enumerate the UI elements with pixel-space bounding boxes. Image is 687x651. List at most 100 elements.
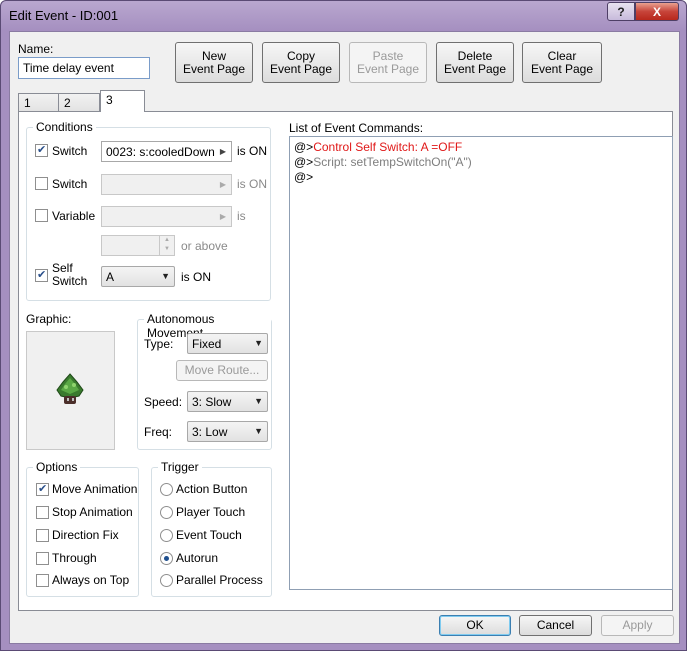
- player-touch-label: Player Touch: [176, 505, 246, 519]
- options-title: Options: [33, 460, 81, 474]
- variable-selector[interactable]: ▶: [101, 206, 232, 227]
- chevron-right-icon: ▶: [215, 175, 231, 194]
- command-row[interactable]: @>: [294, 170, 668, 185]
- event-touch-label: Event Touch: [176, 528, 242, 542]
- type-value: Fixed: [192, 337, 222, 351]
- name-input[interactable]: Time delay event: [18, 57, 150, 79]
- event-page-panel: Conditions Switch 0023: s:cooledDown?(s …: [18, 111, 673, 611]
- switch2-selector[interactable]: ▶: [101, 174, 232, 195]
- button-label: Event Page: [443, 61, 507, 76]
- self-switch-value: A: [106, 270, 115, 284]
- button-label: Delete: [457, 48, 493, 63]
- switch1-checkbox[interactable]: [35, 143, 48, 157]
- conditions-group: Conditions Switch 0023: s:cooledDown?(s …: [26, 120, 271, 301]
- self-switch-checkbox[interactable]: [35, 268, 48, 282]
- variable-suffix: is: [237, 209, 246, 223]
- button-label: Cancel: [536, 618, 575, 632]
- through-checkbox[interactable]: [36, 552, 49, 565]
- action-button-radio[interactable]: [160, 483, 173, 496]
- tab-label: 1: [24, 96, 31, 110]
- variable-checkbox[interactable]: [35, 209, 48, 222]
- button-label: OK: [466, 618, 484, 632]
- chevron-down-icon: ▼: [254, 338, 263, 348]
- delete-event-page-button[interactable]: Delete Event Page: [436, 42, 514, 83]
- apply-button[interactable]: Apply: [601, 615, 674, 636]
- options-group: Options Move Animation Stop Animation Di…: [26, 460, 139, 597]
- switch1-suffix: is ON: [237, 144, 267, 158]
- through-label: Through: [52, 551, 97, 565]
- button-label: Copy: [286, 48, 315, 63]
- type-dropdown[interactable]: Fixed ▼: [187, 333, 268, 354]
- player-touch-radio[interactable]: [160, 506, 173, 519]
- command-row[interactable]: @>Script: setTempSwitchOn("A"): [294, 155, 668, 170]
- switch2-label: Switch: [52, 177, 88, 191]
- always-on-top-label: Always on Top: [52, 573, 130, 587]
- command-prefix: @>: [294, 140, 314, 154]
- help-button[interactable]: ?: [607, 2, 635, 21]
- parallel-process-radio[interactable]: [160, 574, 173, 587]
- down-arrow-icon: ▼: [164, 246, 170, 252]
- close-button[interactable]: X: [635, 2, 679, 21]
- spin-arrows[interactable]: ▲ ▼: [159, 236, 174, 255]
- always-on-top-checkbox[interactable]: [36, 574, 49, 587]
- self-switch-dropdown[interactable]: A ▼: [101, 266, 175, 287]
- command-prefix: @>: [294, 170, 314, 184]
- new-event-page-button[interactable]: New Event Page: [175, 42, 253, 83]
- button-label: Apply: [622, 618, 653, 632]
- or-above-label: or above: [181, 239, 228, 253]
- speed-dropdown[interactable]: 3: Slow ▼: [187, 391, 268, 412]
- button-label: Event Page: [182, 61, 246, 76]
- dialog-client: Name: Time delay event New Event Page Co…: [9, 31, 680, 644]
- variable-label: Variable: [52, 209, 96, 223]
- switch1-selector[interactable]: 0023: s:cooledDown?(s ▶: [101, 141, 232, 162]
- window-title: Edit Event - ID:001: [9, 8, 119, 23]
- graphic-preview[interactable]: [26, 331, 115, 450]
- switch2-checkbox[interactable]: [35, 177, 48, 190]
- event-commands-list[interactable]: @>Control Self Switch: A =OFF @>Script: …: [289, 136, 673, 590]
- command-text: Control Self Switch: A =OFF: [313, 140, 463, 154]
- switch1-label: Switch: [52, 144, 88, 158]
- trigger-group: Trigger Action Button Player Touch Event…: [151, 460, 272, 597]
- event-touch-radio[interactable]: [160, 529, 173, 542]
- tab-page-1[interactable]: 1: [18, 93, 59, 111]
- direction-fix-checkbox[interactable]: [36, 529, 49, 542]
- chevron-down-icon: ▼: [254, 396, 263, 406]
- trigger-title: Trigger: [158, 460, 202, 474]
- switch2-suffix: is ON: [237, 177, 267, 191]
- move-animation-checkbox[interactable]: [36, 482, 49, 496]
- tab-page-2[interactable]: 2: [58, 93, 100, 111]
- copy-event-page-button[interactable]: Copy Event Page: [262, 42, 340, 83]
- autorun-label: Autorun: [176, 551, 219, 565]
- ok-button[interactable]: OK: [439, 615, 511, 636]
- speed-value: 3: Slow: [192, 395, 232, 409]
- type-label: Type:: [144, 337, 174, 351]
- autorun-radio[interactable]: [160, 552, 173, 565]
- tab-page-3[interactable]: 3: [100, 90, 145, 112]
- button-label: Move Route...: [184, 363, 260, 377]
- chevron-right-icon: ▶: [215, 207, 231, 226]
- self-switch-label-line: Self: [52, 261, 73, 275]
- clear-event-page-button[interactable]: Clear Event Page: [522, 42, 602, 83]
- edit-event-window: Edit Event - ID:001 ? X Name: Time delay…: [0, 0, 687, 651]
- button-label: Event Page: [269, 61, 333, 76]
- autonomous-movement-group: Autonomous Movement Type: Fixed ▼ Move R…: [137, 312, 272, 450]
- freq-value: 3: Low: [192, 425, 228, 439]
- direction-fix-label: Direction Fix: [52, 528, 119, 542]
- move-route-button[interactable]: Move Route...: [176, 360, 268, 381]
- action-button-label: Action Button: [176, 482, 248, 496]
- variable-value-stepper[interactable]: ▲ ▼: [101, 235, 175, 256]
- stop-animation-checkbox[interactable]: [36, 506, 49, 519]
- chevron-down-icon: ▼: [161, 271, 170, 281]
- button-label: Event Page: [530, 61, 594, 76]
- command-prefix: @>: [294, 155, 314, 169]
- freq-dropdown[interactable]: 3: Low ▼: [187, 421, 268, 442]
- chevron-down-icon: ▼: [254, 426, 263, 436]
- command-row[interactable]: @>Control Self Switch: A =OFF: [294, 140, 668, 155]
- tab-label: 2: [64, 96, 71, 110]
- cancel-button[interactable]: Cancel: [519, 615, 592, 636]
- paste-event-page-button[interactable]: Paste Event Page: [349, 42, 427, 83]
- self-switch-label-line: Switch: [52, 274, 88, 288]
- title-bar[interactable]: Edit Event - ID:001 ? X: [1, 1, 686, 31]
- self-switch-suffix: is ON: [181, 270, 211, 284]
- command-text: Script: setTempSwitchOn("A"): [313, 155, 472, 169]
